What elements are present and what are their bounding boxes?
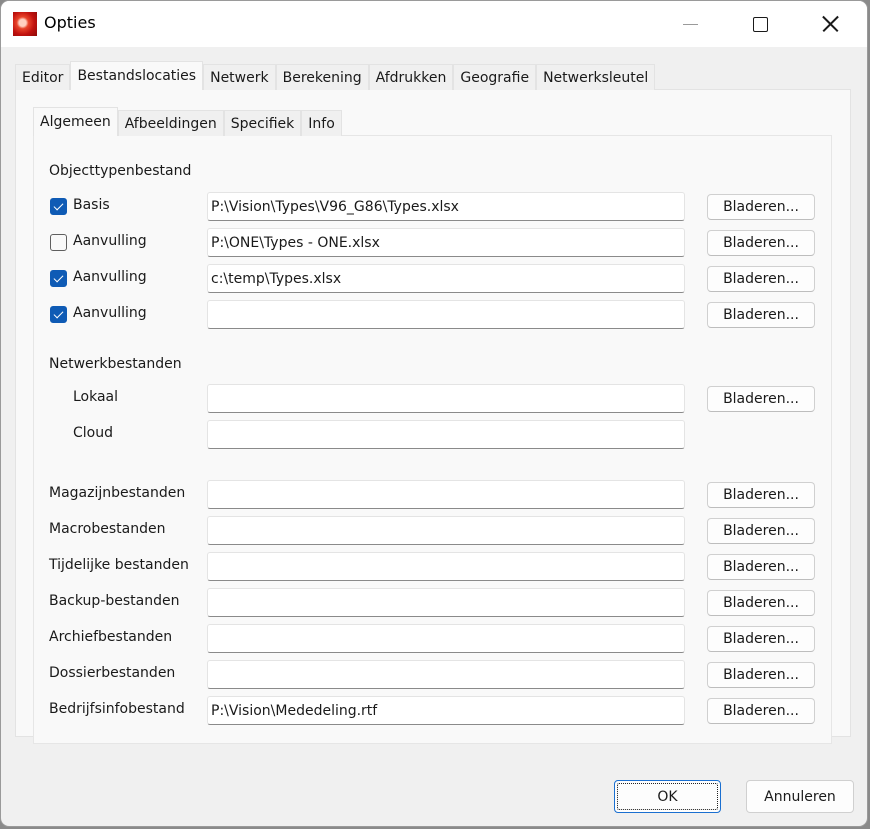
browse-button-netwerk-lokaal[interactable]: Bladeren... xyxy=(707,386,815,412)
browse-button-dossierbestanden[interactable]: Bladeren... xyxy=(707,662,815,688)
netwerk-heading: Netwerkbestanden xyxy=(49,356,182,372)
app-portrait-icon xyxy=(13,12,37,36)
browse-button-archiefbestanden[interactable]: Bladeren... xyxy=(707,626,815,652)
objecttype-path-input-1[interactable] xyxy=(207,228,685,257)
archiefbestanden-input[interactable] xyxy=(207,624,685,653)
sub-tabs: Algemeen Afbeeldingen Specifiek Info xyxy=(33,107,342,136)
checkbox-label: Basis xyxy=(73,197,110,213)
title-bar: Opties xyxy=(1,1,867,47)
browse-button-bedrijfsinfobestand[interactable]: Bladeren... xyxy=(707,698,815,724)
tab-editor[interactable]: Editor xyxy=(15,64,71,90)
browse-button-objecttype-3[interactable]: Bladeren... xyxy=(707,302,815,328)
subtab-specifiek[interactable]: Specifiek xyxy=(223,110,302,136)
checkbox-basis[interactable] xyxy=(50,198,67,215)
subtab-afbeeldingen[interactable]: Afbeeldingen xyxy=(117,110,224,136)
maximize-icon xyxy=(752,16,768,32)
checkbox-label: Aanvulling xyxy=(73,233,147,249)
objecttype-path-input-3[interactable] xyxy=(207,300,685,329)
browse-button-objecttype-0[interactable]: Bladeren... xyxy=(707,194,815,220)
subtab-algemeen[interactable]: Algemeen xyxy=(33,107,118,136)
dossierbestanden-input[interactable] xyxy=(207,660,685,689)
tab-netwerksleutel[interactable]: Netwerksleutel xyxy=(536,64,656,90)
minimize-button[interactable] xyxy=(667,1,713,47)
tab-geografie[interactable]: Geografie xyxy=(453,64,537,90)
tijdelijke-bestanden-input[interactable] xyxy=(207,552,685,581)
tab-berekening[interactable]: Berekening xyxy=(275,64,369,90)
browse-button-objecttype-1[interactable]: Bladeren... xyxy=(707,230,815,256)
browse-button-tijdelijke-bestanden[interactable]: Bladeren... xyxy=(707,554,815,580)
close-icon xyxy=(822,16,838,32)
objecttype-path-input-0[interactable] xyxy=(207,192,685,221)
bedrijfsinfobestand-input[interactable] xyxy=(207,696,685,725)
checkbox-label: Aanvulling xyxy=(73,269,147,285)
checkbox-aanvulling-1[interactable] xyxy=(50,234,67,251)
browse-button-objecttype-2[interactable]: Bladeren... xyxy=(707,266,815,292)
checkbox-aanvulling-3[interactable] xyxy=(50,306,67,323)
browse-button-magazijnbestanden[interactable]: Bladeren... xyxy=(707,482,815,508)
label-macrobestanden: Macrobestanden xyxy=(49,521,166,537)
browse-button-backup-bestanden[interactable]: Bladeren... xyxy=(707,590,815,616)
label-magazijnbestanden: Magazijnbestanden xyxy=(49,485,186,501)
label-archiefbestanden: Archiefbestanden xyxy=(49,629,173,645)
minimize-icon xyxy=(682,23,698,25)
objecttype-path-input-2[interactable] xyxy=(207,264,685,293)
label-backup-bestanden: Backup-bestanden xyxy=(49,593,180,609)
tab-bestandslocaties[interactable]: Bestandslocaties xyxy=(70,61,204,90)
label-bedrijfsinfobestand: Bedrijfsinfobestand xyxy=(49,701,185,717)
close-button[interactable] xyxy=(807,1,853,47)
main-tabs: Editor Bestandslocaties Netwerk Berekening A… xyxy=(15,61,656,90)
cancel-button[interactable]: Annuleren xyxy=(746,780,854,813)
objecttypen-heading: Objecttypenbestand xyxy=(49,163,192,179)
browse-button-macrobestanden[interactable]: Bladeren... xyxy=(707,518,815,544)
backup-bestanden-input[interactable] xyxy=(207,588,685,617)
tab-afdrukken[interactable]: Afdrukken xyxy=(368,64,454,90)
label-tijdelijke-bestanden: Tijdelijke bestanden xyxy=(49,557,189,573)
window-title: Opties xyxy=(44,13,96,32)
netwerk-cloud-input[interactable] xyxy=(207,420,685,449)
magazijnbestanden-input[interactable] xyxy=(207,480,685,509)
subtab-info[interactable]: Info xyxy=(301,110,342,136)
checkbox-label: Aanvulling xyxy=(73,305,147,321)
maximize-button[interactable] xyxy=(737,1,783,47)
netwerk-label-cloud: Cloud xyxy=(73,425,113,441)
ok-button[interactable]: OK xyxy=(614,780,721,813)
netwerk-label-lokaal: Lokaal xyxy=(73,389,119,405)
label-dossierbestanden: Dossierbestanden xyxy=(49,665,176,681)
netwerk-lokaal-input[interactable] xyxy=(207,384,685,413)
checkbox-aanvulling-2[interactable] xyxy=(50,270,67,287)
tab-netwerk[interactable]: Netwerk xyxy=(203,64,276,90)
macrobestanden-input[interactable] xyxy=(207,516,685,545)
